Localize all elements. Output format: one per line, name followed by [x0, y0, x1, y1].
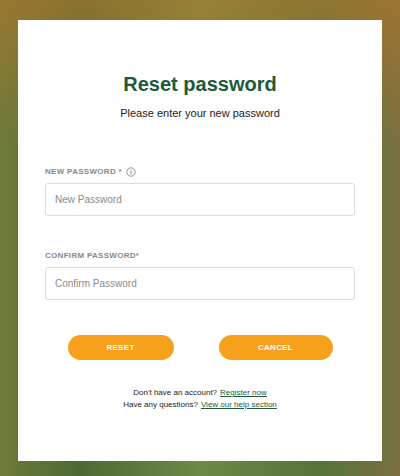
password-input[interactable]	[45, 183, 355, 216]
cancel-button[interactable]: CANCEL	[219, 335, 333, 360]
info-icon[interactable]	[126, 167, 136, 177]
footer-line: Don't have an account? Register now	[133, 387, 267, 399]
subtitle: Please enter your new password	[45, 105, 355, 121]
background-photo: Reset password Please enter your new pas…	[0, 0, 400, 476]
footer-link[interactable]: Register now	[220, 387, 267, 399]
field-label: CONFIRM PASSWORD*	[45, 251, 355, 261]
password-field: NEW PASSWORD *	[45, 167, 355, 216]
footer: Don't have an account? Register nowHave …	[45, 387, 355, 411]
footer-line: Have any questions? View our help sectio…	[123, 399, 277, 411]
button-row: RESET CANCEL	[45, 335, 355, 360]
password-input[interactable]	[45, 267, 355, 300]
reset-card: Reset password Please enter your new pas…	[18, 20, 382, 461]
reset-button[interactable]: RESET	[68, 335, 174, 360]
title: Reset password	[45, 72, 355, 96]
field-label: NEW PASSWORD *	[45, 167, 355, 177]
footer-link[interactable]: View our help section	[201, 399, 277, 411]
password-field: CONFIRM PASSWORD*	[45, 251, 355, 300]
